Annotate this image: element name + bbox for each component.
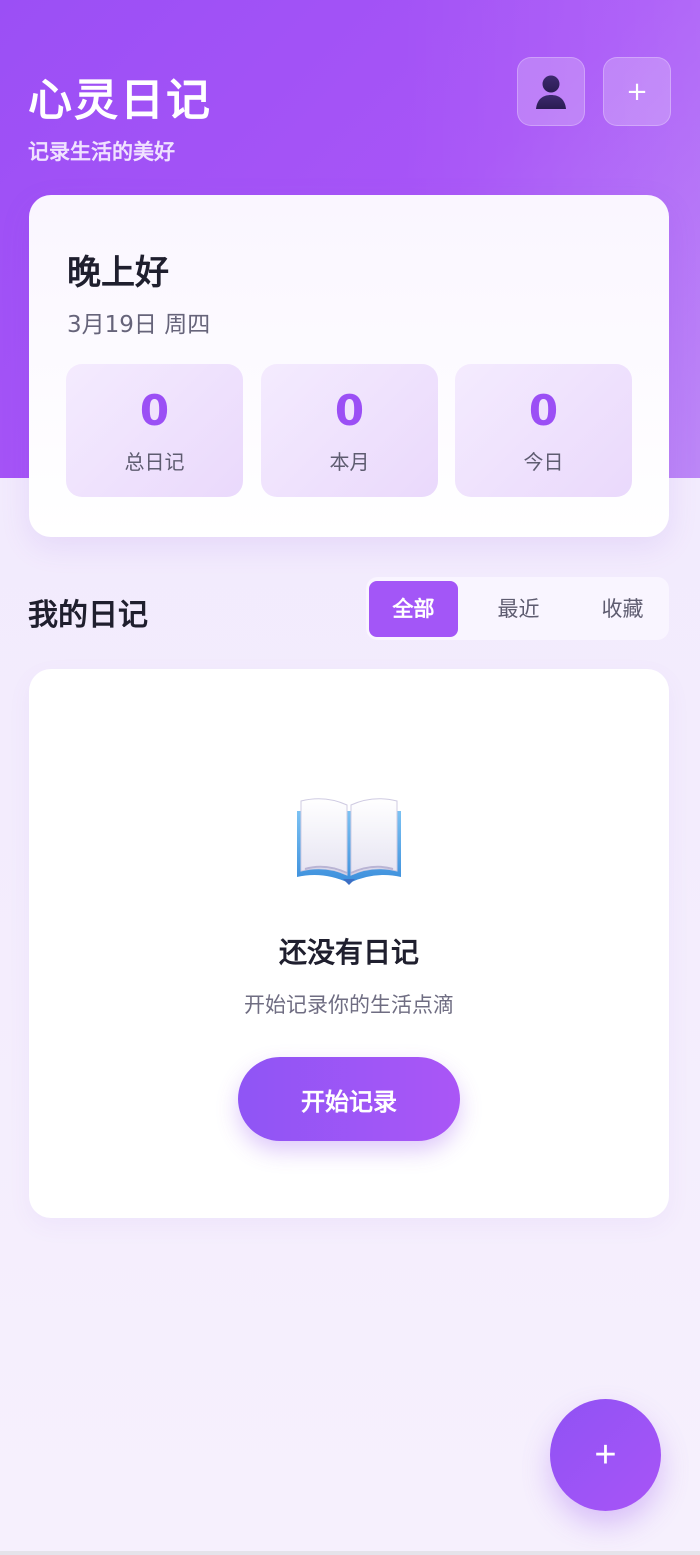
stat-label: 总日记	[124, 450, 185, 474]
bottom-divider	[0, 1551, 700, 1555]
tab-all[interactable]: 全部	[369, 581, 458, 637]
empty-state-card: 还没有日记 开始记录你的生活点滴 开始记录	[29, 669, 669, 1218]
filter-tabs: 全部 最近 收藏	[366, 577, 669, 640]
tab-recent[interactable]: 最近	[474, 581, 563, 637]
tab-favorites[interactable]: 收藏	[578, 581, 667, 637]
empty-state-title: 还没有日记	[278, 936, 419, 969]
profile-button[interactable]	[517, 57, 585, 126]
stat-this-month: 0 本月	[261, 364, 438, 497]
start-recording-button[interactable]: 开始记录	[238, 1057, 460, 1141]
stat-value: 0	[334, 386, 365, 435]
app-title: 心灵日记	[28, 75, 212, 126]
stat-label: 本月	[329, 450, 370, 474]
stat-value: 0	[139, 386, 170, 435]
date-text: 3月19日 周四	[67, 312, 211, 338]
welcome-card: 晚上好 3月19日 周四 0 总日记 0 本月 0 今日	[29, 195, 669, 537]
stat-today: 0 今日	[455, 364, 632, 497]
user-silhouette-icon	[536, 75, 566, 109]
empty-state-description: 开始记录你的生活点滴	[244, 993, 454, 1017]
stat-label: 今日	[523, 450, 564, 474]
stat-total-diaries: 0 总日记	[66, 364, 243, 497]
greeting-text: 晚上好	[67, 253, 169, 293]
open-book-icon	[297, 798, 401, 885]
app-subtitle: 记录生活的美好	[28, 140, 175, 164]
add-button[interactable]: +	[603, 57, 671, 126]
floating-add-button[interactable]: +	[550, 1399, 661, 1511]
section-title: 我的日记	[28, 598, 148, 633]
stat-value: 0	[528, 386, 559, 435]
